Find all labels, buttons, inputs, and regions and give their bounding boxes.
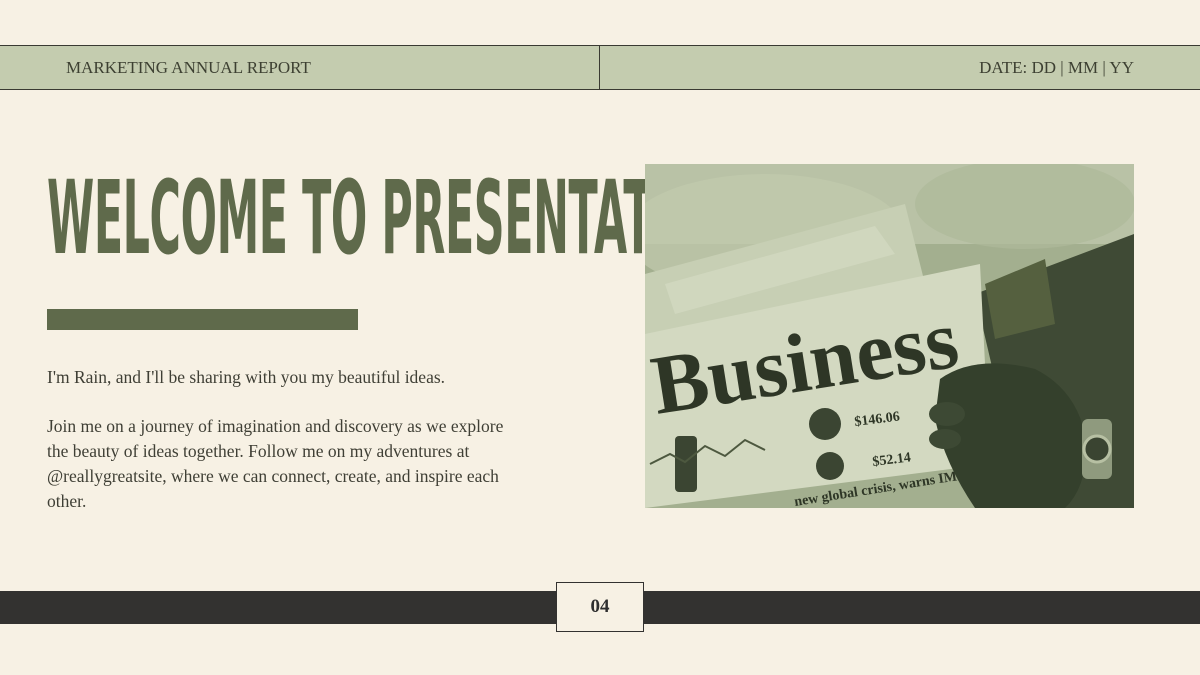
report-title: MARKETING ANNUAL REPORT: [66, 58, 311, 77]
intro-paragraph: I'm Rain, and I'll be sharing with you m…: [47, 367, 446, 387]
slide-title: WELCOME TO PRESENTATION: [47, 159, 740, 278]
report-date: DATE: DD | MM | YY: [979, 58, 1134, 77]
page-number: 04: [556, 582, 644, 632]
newspaper-photo: Business $146.06 $52.14 new global crisi…: [645, 164, 1134, 508]
title-accent-bar: [47, 309, 358, 330]
newspaper-illustration: Business $146.06 $52.14 new global crisi…: [645, 164, 1134, 508]
header-divider: [599, 46, 600, 89]
header-bar: MARKETING ANNUAL REPORT DATE: DD | MM | …: [0, 45, 1200, 90]
body-paragraph: Join me on a journey of imagination and …: [47, 416, 504, 511]
